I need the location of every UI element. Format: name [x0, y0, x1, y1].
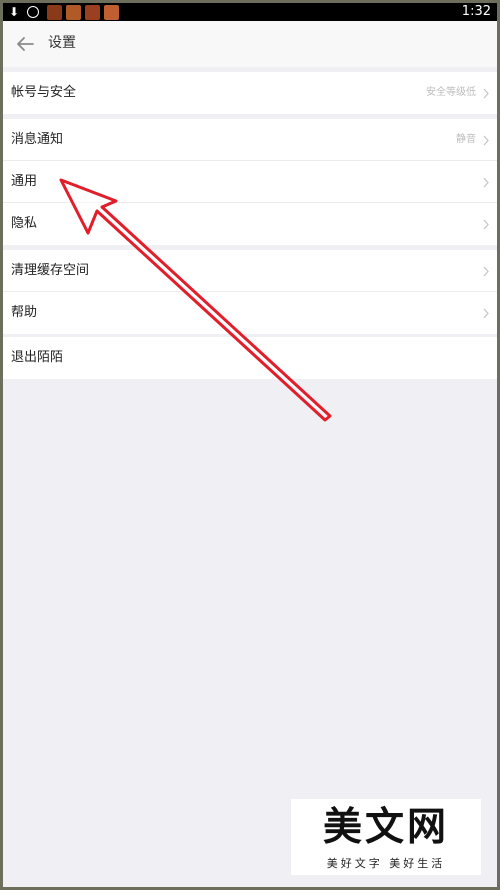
settings-item-label: 通用 [11, 174, 38, 189]
back-arrow-icon[interactable] [13, 32, 37, 56]
settings-item-help[interactable]: 帮助 [3, 292, 497, 334]
logout-button[interactable]: 退出陌陌 [3, 337, 497, 379]
chevron-right-icon [483, 219, 489, 230]
chevron-right-icon [483, 266, 489, 277]
title-bar: 设置 [3, 21, 497, 67]
settings-item-clear-cache[interactable]: 清理缓存空间 [3, 250, 497, 292]
phone-screen: ⬇ 1:32 设置 帐号与安全 安全等级低 消息通知 静音 通用 隐私 清理缓存… [3, 3, 497, 887]
page-title: 设置 [48, 35, 76, 51]
settings-group-account: 帐号与安全 安全等级低 [3, 72, 497, 114]
settings-item-label: 帐号与安全 [11, 85, 77, 100]
watermark-title: 美文网 [322, 804, 449, 850]
notification-mode-value: 静音 [456, 134, 476, 145]
app-icon [47, 5, 62, 20]
status-time: 1:32 [461, 4, 491, 19]
settings-group-storage: 清理缓存空间 帮助 [3, 250, 497, 334]
settings-item-account-security[interactable]: 帐号与安全 安全等级低 [3, 72, 497, 114]
chevron-right-icon [483, 88, 489, 99]
settings-item-label: 清理缓存空间 [11, 263, 90, 278]
settings-group-general: 消息通知 静音 通用 隐私 [3, 119, 497, 245]
status-bar: ⬇ 1:32 [3, 3, 497, 21]
download-icon: ⬇ [9, 5, 20, 19]
settings-item-label: 消息通知 [11, 132, 64, 147]
app-icon [66, 5, 81, 20]
app-icon [85, 5, 100, 20]
chevron-right-icon [483, 177, 489, 188]
app-icon [104, 5, 119, 20]
logout-label: 退出陌陌 [11, 350, 64, 365]
watermark-slogan: 美好文字 美好生活 [326, 857, 446, 870]
settings-item-notifications[interactable]: 消息通知 静音 [3, 119, 497, 161]
settings-item-privacy[interactable]: 隐私 [3, 203, 497, 245]
settings-group-logout: 退出陌陌 [3, 337, 497, 379]
chevron-right-icon [483, 308, 489, 319]
settings-item-general[interactable]: 通用 [3, 161, 497, 203]
chevron-right-icon [483, 135, 489, 146]
watermark-logo: 美文网 美好文字 美好生活 [291, 799, 481, 875]
settings-item-label: 隐私 [11, 216, 38, 231]
security-level-value: 安全等级低 [426, 87, 476, 98]
chat-notification-icon [27, 6, 39, 18]
settings-item-label: 帮助 [11, 305, 38, 320]
